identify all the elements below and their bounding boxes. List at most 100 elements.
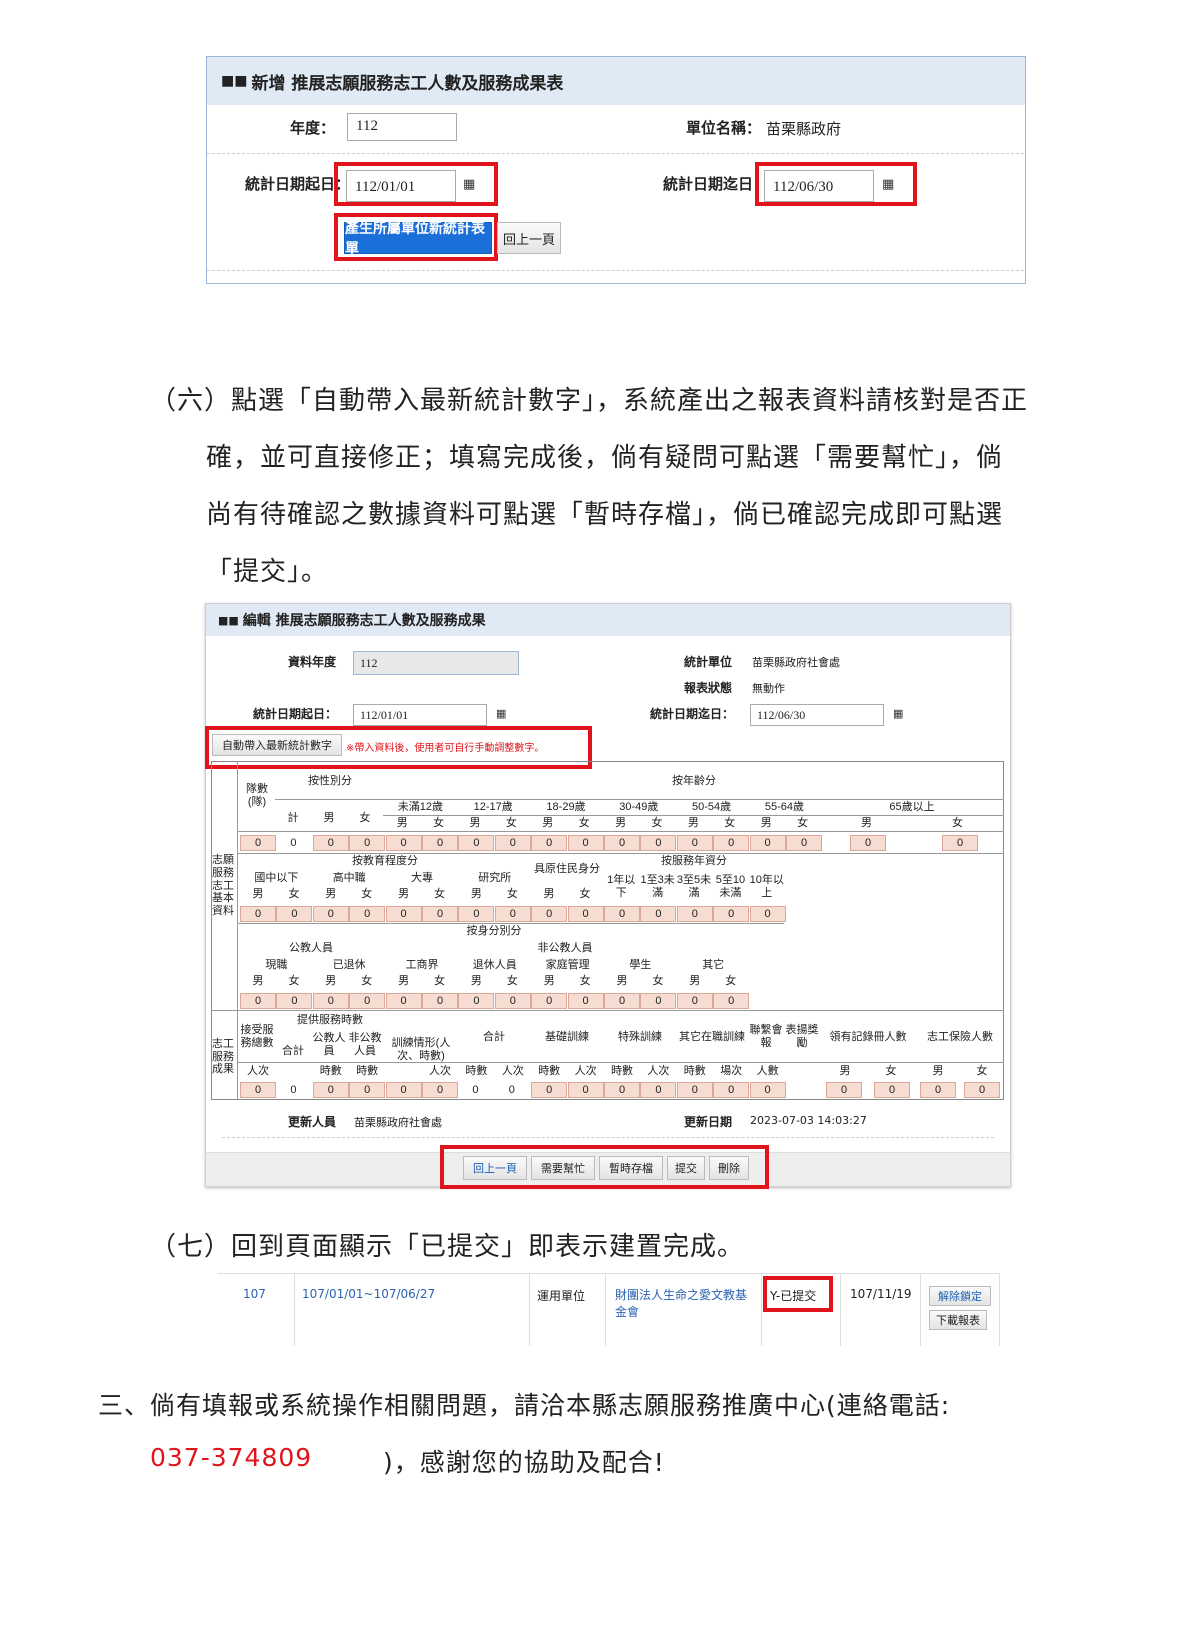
value-input[interactable]: 0 <box>713 906 750 922</box>
value-input[interactable]: 0 <box>749 1082 786 1098</box>
value-input[interactable]: 0 <box>942 835 978 851</box>
value-input[interactable]: 0 <box>531 835 568 851</box>
value-input[interactable]: 0 <box>786 835 822 851</box>
male-label: 男 <box>689 975 701 988</box>
value-input[interactable]: 0 <box>240 1082 276 1098</box>
value-input[interactable]: 0 <box>312 835 349 851</box>
team-count-label: 隊數(隊) <box>246 783 268 808</box>
value-input[interactable]: 0 <box>385 835 422 851</box>
served-total-label: 接受服務總數 <box>240 1024 274 1049</box>
value-input[interactable]: 0 <box>604 1082 640 1098</box>
unlock-button[interactable]: 解除鎖定 <box>929 1286 991 1306</box>
value-input[interactable]: 0 <box>422 1082 458 1098</box>
male-label: 男 <box>325 888 337 901</box>
highlight-box <box>334 213 498 261</box>
value-input[interactable]: 0 <box>422 835 458 851</box>
value-input[interactable]: 0 <box>604 906 640 922</box>
result-org[interactable]: 財團法人生命之愛文教基金會 <box>615 1287 755 1321</box>
male-label: 男 <box>543 888 555 901</box>
end-date-input[interactable]: 112/06/30 <box>750 704 884 726</box>
value-input[interactable]: 0 <box>604 835 640 851</box>
grid-icon: ■■ <box>218 613 239 627</box>
train-total-label: 合計 <box>483 1031 505 1044</box>
value-input[interactable]: 0 <box>531 993 568 1009</box>
age-group-label: 65歲以上 <box>889 801 935 814</box>
value-input[interactable]: 0 <box>567 993 604 1009</box>
female-label: 女 <box>976 1064 988 1077</box>
value-input[interactable]: 0 <box>713 1082 750 1098</box>
value-input[interactable]: 0 <box>676 835 713 851</box>
value-input[interactable]: 0 <box>640 906 677 922</box>
row-line <box>211 1010 1004 1011</box>
male-label: 男 <box>469 817 481 830</box>
identity-group-label: 已退休 <box>332 959 366 972</box>
value-input[interactable]: 0 <box>458 906 495 922</box>
value-input[interactable]: 0 <box>676 906 713 922</box>
value-input[interactable]: 0 <box>276 993 313 1009</box>
value-input[interactable]: 0 <box>240 906 276 922</box>
value-input[interactable]: 0 <box>312 906 349 922</box>
female-label: 女 <box>288 975 300 988</box>
value-input[interactable]: 0 <box>494 835 531 851</box>
col-divider <box>605 1274 606 1346</box>
calendar-icon[interactable]: ▦ <box>496 707 506 720</box>
value-input[interactable]: 0 <box>749 906 786 922</box>
start-date-label: 統計日期起日： <box>253 707 338 721</box>
value-input[interactable]: 0 <box>850 835 886 851</box>
value-input[interactable]: 0 <box>640 835 677 851</box>
value-input[interactable]: 0 <box>713 993 750 1009</box>
value-input[interactable]: 0 <box>349 1082 386 1098</box>
value-input[interactable]: 0 <box>240 835 276 851</box>
value-input[interactable]: 0 <box>874 1082 910 1098</box>
female-label: 女 <box>505 817 517 830</box>
back-button[interactable]: 回上一頁 <box>497 222 561 254</box>
value-input[interactable]: 0 <box>385 1082 422 1098</box>
value-input[interactable]: 0 <box>604 993 640 1009</box>
value-input[interactable]: 0 <box>422 906 458 922</box>
value-input[interactable]: 0 <box>676 993 713 1009</box>
value-input[interactable]: 0 <box>531 1082 568 1098</box>
col-divider <box>840 1274 841 1346</box>
download-report-button[interactable]: 下載報表 <box>929 1310 987 1330</box>
male-label: 男 <box>542 817 554 830</box>
step6-line3: 尚有待確認之數據資料可點選「暫時存檔」，倘已確認完成即可點選 <box>206 500 1004 530</box>
value-input[interactable]: 0 <box>385 906 422 922</box>
value-input[interactable]: 0 <box>749 835 786 851</box>
year-input[interactable]: 112 <box>347 113 457 141</box>
value-input[interactable]: 0 <box>920 1082 956 1098</box>
value-input[interactable]: 0 <box>494 993 531 1009</box>
value-input[interactable]: 0 <box>567 906 604 922</box>
value-input[interactable]: 0 <box>276 906 313 922</box>
value-input[interactable]: 0 <box>312 1082 349 1098</box>
value-input[interactable]: 0 <box>964 1082 1000 1098</box>
value-input[interactable]: 0 <box>640 1082 677 1098</box>
value-input[interactable]: 0 <box>640 993 677 1009</box>
value-input[interactable]: 0 <box>422 993 458 1009</box>
by-age-label: 按年齡分 <box>672 774 716 787</box>
value-input[interactable]: 0 <box>349 993 386 1009</box>
value-input[interactable]: 0 <box>349 835 386 851</box>
hours-nonpublic-label: 非公教人員 <box>348 1032 382 1057</box>
value-input[interactable]: 0 <box>240 993 276 1009</box>
value-input[interactable]: 0 <box>567 1082 604 1098</box>
value-input[interactable]: 0 <box>349 906 386 922</box>
section-basic-label: 志願服務志工基本資料 <box>212 854 234 917</box>
value-input[interactable]: 0 <box>826 1082 862 1098</box>
unit-label: 時數 <box>319 1064 342 1077</box>
start-date-input[interactable]: 112/01/01 <box>353 704 487 726</box>
value-input[interactable]: 0 <box>494 906 531 922</box>
identity-group-label: 工商界 <box>405 959 439 972</box>
value-input[interactable]: 0 <box>567 835 604 851</box>
male-label: 男 <box>470 888 482 901</box>
value-input[interactable]: 0 <box>676 1082 713 1098</box>
calendar-icon[interactable]: ▦ <box>893 707 903 720</box>
value-input[interactable]: 0 <box>385 993 422 1009</box>
value-input[interactable]: 0 <box>312 993 349 1009</box>
value-input[interactable]: 0 <box>713 835 750 851</box>
value-input[interactable]: 0 <box>458 993 495 1009</box>
meetings-label: 聯繫會報 <box>749 1024 783 1049</box>
value-input[interactable]: 0 <box>531 906 568 922</box>
value-input[interactable]: 0 <box>458 835 495 851</box>
by-gender-label: 按性別分 <box>308 774 352 787</box>
train-special-label: 特殊訓練 <box>618 1031 662 1044</box>
